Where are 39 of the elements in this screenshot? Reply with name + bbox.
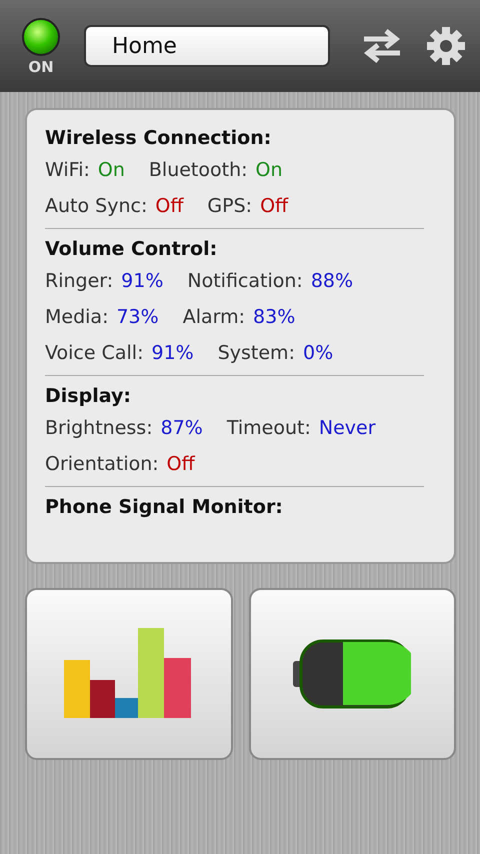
setting-value[interactable]: 88% xyxy=(310,263,354,299)
section-title: Display: xyxy=(45,384,132,409)
setting-label: WiFi: xyxy=(45,158,90,183)
setting-value[interactable]: Never xyxy=(318,410,376,446)
setting-label: Timeout: xyxy=(226,416,311,441)
volume-chart-button[interactable] xyxy=(25,588,232,760)
setting-label: Bluetooth: xyxy=(148,158,248,183)
setting-label: Orientation: xyxy=(45,452,159,477)
section-title: Volume Control: xyxy=(45,237,218,262)
setting-label: Voice Call: xyxy=(45,341,144,366)
setting-value[interactable]: 87% xyxy=(160,410,203,446)
setting-label: GPS: xyxy=(207,194,252,219)
setting-label: Auto Sync: xyxy=(45,194,148,219)
setting-value[interactable]: Off xyxy=(166,446,195,482)
setting-value[interactable]: Off xyxy=(155,188,184,224)
section-title: Phone Signal Monitor: xyxy=(45,495,284,520)
battery-button[interactable] xyxy=(248,588,456,760)
setting-label: System: xyxy=(218,341,295,366)
setting-label: Media: xyxy=(45,305,108,330)
setting-value[interactable]: 73% xyxy=(116,299,159,335)
profile-field[interactable]: Home xyxy=(84,25,330,67)
setting-value[interactable]: 0% xyxy=(302,335,334,371)
setting-label: Notification: xyxy=(187,269,303,294)
setting-value[interactable]: Off xyxy=(260,188,288,224)
setting-value[interactable]: On xyxy=(98,152,125,188)
setting-value[interactable]: 83% xyxy=(253,299,296,335)
status-label: ON xyxy=(28,60,54,74)
setting-label: Alarm: xyxy=(182,305,246,330)
battery-icon xyxy=(293,639,412,709)
setting-label: Ringer: xyxy=(45,269,114,294)
setting-value[interactable]: 91% xyxy=(121,263,164,299)
section-title: Wireless Connection: xyxy=(45,126,272,151)
bar-chart-icon xyxy=(64,628,194,720)
power-toggle[interactable] xyxy=(22,18,60,56)
swap-icon[interactable] xyxy=(362,28,402,64)
setting-value[interactable]: On xyxy=(256,152,283,188)
setting-label: Brightness: xyxy=(45,416,153,441)
setting-value[interactable]: 91% xyxy=(151,335,194,371)
settings-icon[interactable] xyxy=(426,26,466,66)
